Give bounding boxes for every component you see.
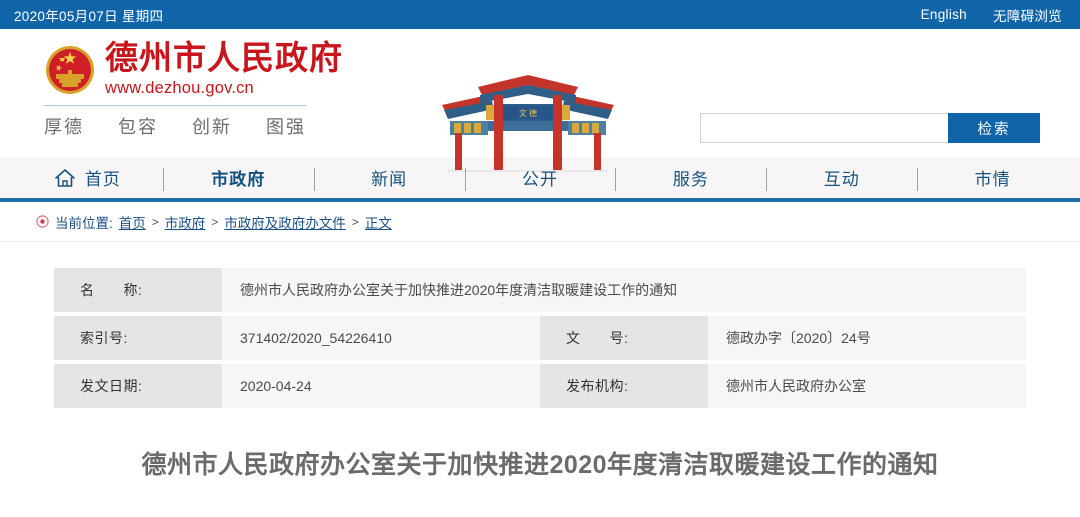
breadcrumb-item-4[interactable]: 正文 (365, 212, 392, 232)
nav-item-services[interactable]: 服务 (615, 157, 766, 198)
site-search[interactable]: 检索 (700, 113, 1040, 143)
breadcrumb-separator-1: > (151, 214, 159, 229)
nav-item-news[interactable]: 新闻 (313, 157, 465, 198)
meta-label-docno: 文 号: (540, 316, 708, 360)
document-metadata-table: 名 称: 德州市人民政府办公室关于加快推进2020年度清洁取暖建设工作的通知 索… (54, 264, 1026, 412)
logo-divider (44, 105, 306, 106)
top-utility-links: English 无障碍浏览 (921, 5, 1062, 25)
site-title: 德州市人民政府 (105, 41, 343, 77)
nav-label-services: 服务 (672, 170, 709, 189)
location-pin-icon (36, 215, 49, 228)
breadcrumb-item-3[interactable]: 市政府及政府办文件 (224, 212, 346, 232)
nav-label-news: 新闻 (371, 170, 408, 189)
english-link[interactable]: English (921, 7, 967, 22)
meta-value-name: 德州市人民政府办公室关于加快推进2020年度清洁取暖建设工作的通知 (222, 268, 1026, 312)
accessibility-link[interactable]: 无障碍浏览 (993, 5, 1062, 25)
home-icon (54, 168, 76, 188)
nav-item-interaction[interactable]: 互动 (766, 157, 917, 198)
slogan-word-2: 包容 (118, 117, 158, 137)
breadcrumb-label: 当前位置: (55, 215, 113, 231)
meta-value-agency: 德州市人民政府办公室 (708, 364, 1026, 408)
nav-item-cityinfo[interactable]: 市情 (917, 157, 1068, 198)
site-url: www.dezhou.gov.cn (105, 79, 254, 97)
nav-label-interaction: 互动 (823, 170, 860, 189)
nav-item-disclosure[interactable]: 公开 (464, 157, 616, 198)
meta-value-index: 371402/2020_54226410 (222, 316, 540, 360)
city-slogan: 厚德 包容 创新 图强 (44, 113, 306, 139)
top-utility-bar: 2020年05月07日 星期四 English 无障碍浏览 (0, 0, 1080, 29)
nav-label-cityinfo: 市情 (974, 170, 1011, 189)
breadcrumb-separator-3: > (351, 214, 359, 229)
breadcrumb: 当前位置: 首页 > 市政府 > 市政府及政府办文件 > 正文 (0, 202, 1080, 242)
meta-value-date: 2020-04-24 (222, 364, 540, 408)
main-navigation: 首页 市政府 新闻 公开 服务 互动 市情 (0, 157, 1080, 202)
breadcrumb-item-1[interactable]: 首页 (119, 212, 146, 232)
meta-label-date: 发文日期: (54, 364, 222, 408)
breadcrumb-item-2[interactable]: 市政府 (165, 212, 206, 232)
slogan-word-1: 厚德 (44, 117, 84, 137)
table-row: 索引号: 371402/2020_54226410 文 号: 德政办字〔2020… (54, 316, 1026, 360)
table-row: 发文日期: 2020-04-24 发布机构: 德州市人民政府办公室 (54, 364, 1026, 408)
site-header: 德州市人民政府 www.dezhou.gov.cn 厚德 包容 创新 图强 文 (0, 29, 1080, 172)
slogan-word-3: 创新 (192, 117, 232, 137)
breadcrumb-separator-2: > (211, 214, 219, 229)
national-emblem-icon (44, 44, 96, 96)
meta-label-index: 索引号: (54, 316, 222, 360)
current-date-text: 2020年05月07日 星期四 (14, 8, 164, 24)
nav-label-government: 市政府 (211, 170, 266, 189)
search-button[interactable]: 检索 (948, 113, 1040, 143)
document-content: 名 称: 德州市人民政府办公室关于加快推进2020年度清洁取暖建设工作的通知 索… (0, 242, 1080, 484)
page-title: 德州市人民政府办公室关于加快推进2020年度清洁取暖建设工作的通知 (141, 451, 939, 479)
meta-label-agency: 发布机构: (540, 364, 708, 408)
nav-item-government[interactable]: 市政府 (162, 157, 314, 198)
site-logo-block[interactable]: 德州市人民政府 www.dezhou.gov.cn 厚德 包容 创新 图强 (44, 41, 344, 139)
nav-label-home: 首页 (84, 170, 121, 189)
slogan-word-4: 图强 (266, 117, 306, 137)
table-row: 名 称: 德州市人民政府办公室关于加快推进2020年度清洁取暖建设工作的通知 (54, 268, 1026, 312)
search-input[interactable] (700, 113, 948, 143)
nav-label-disclosure: 公开 (522, 170, 558, 189)
meta-value-docno: 德政办字〔2020〕24号 (708, 316, 1026, 360)
meta-label-name: 名 称: (54, 268, 222, 312)
svg-text:文 德: 文 德 (519, 108, 537, 118)
nav-item-home[interactable]: 首页 (12, 157, 163, 198)
